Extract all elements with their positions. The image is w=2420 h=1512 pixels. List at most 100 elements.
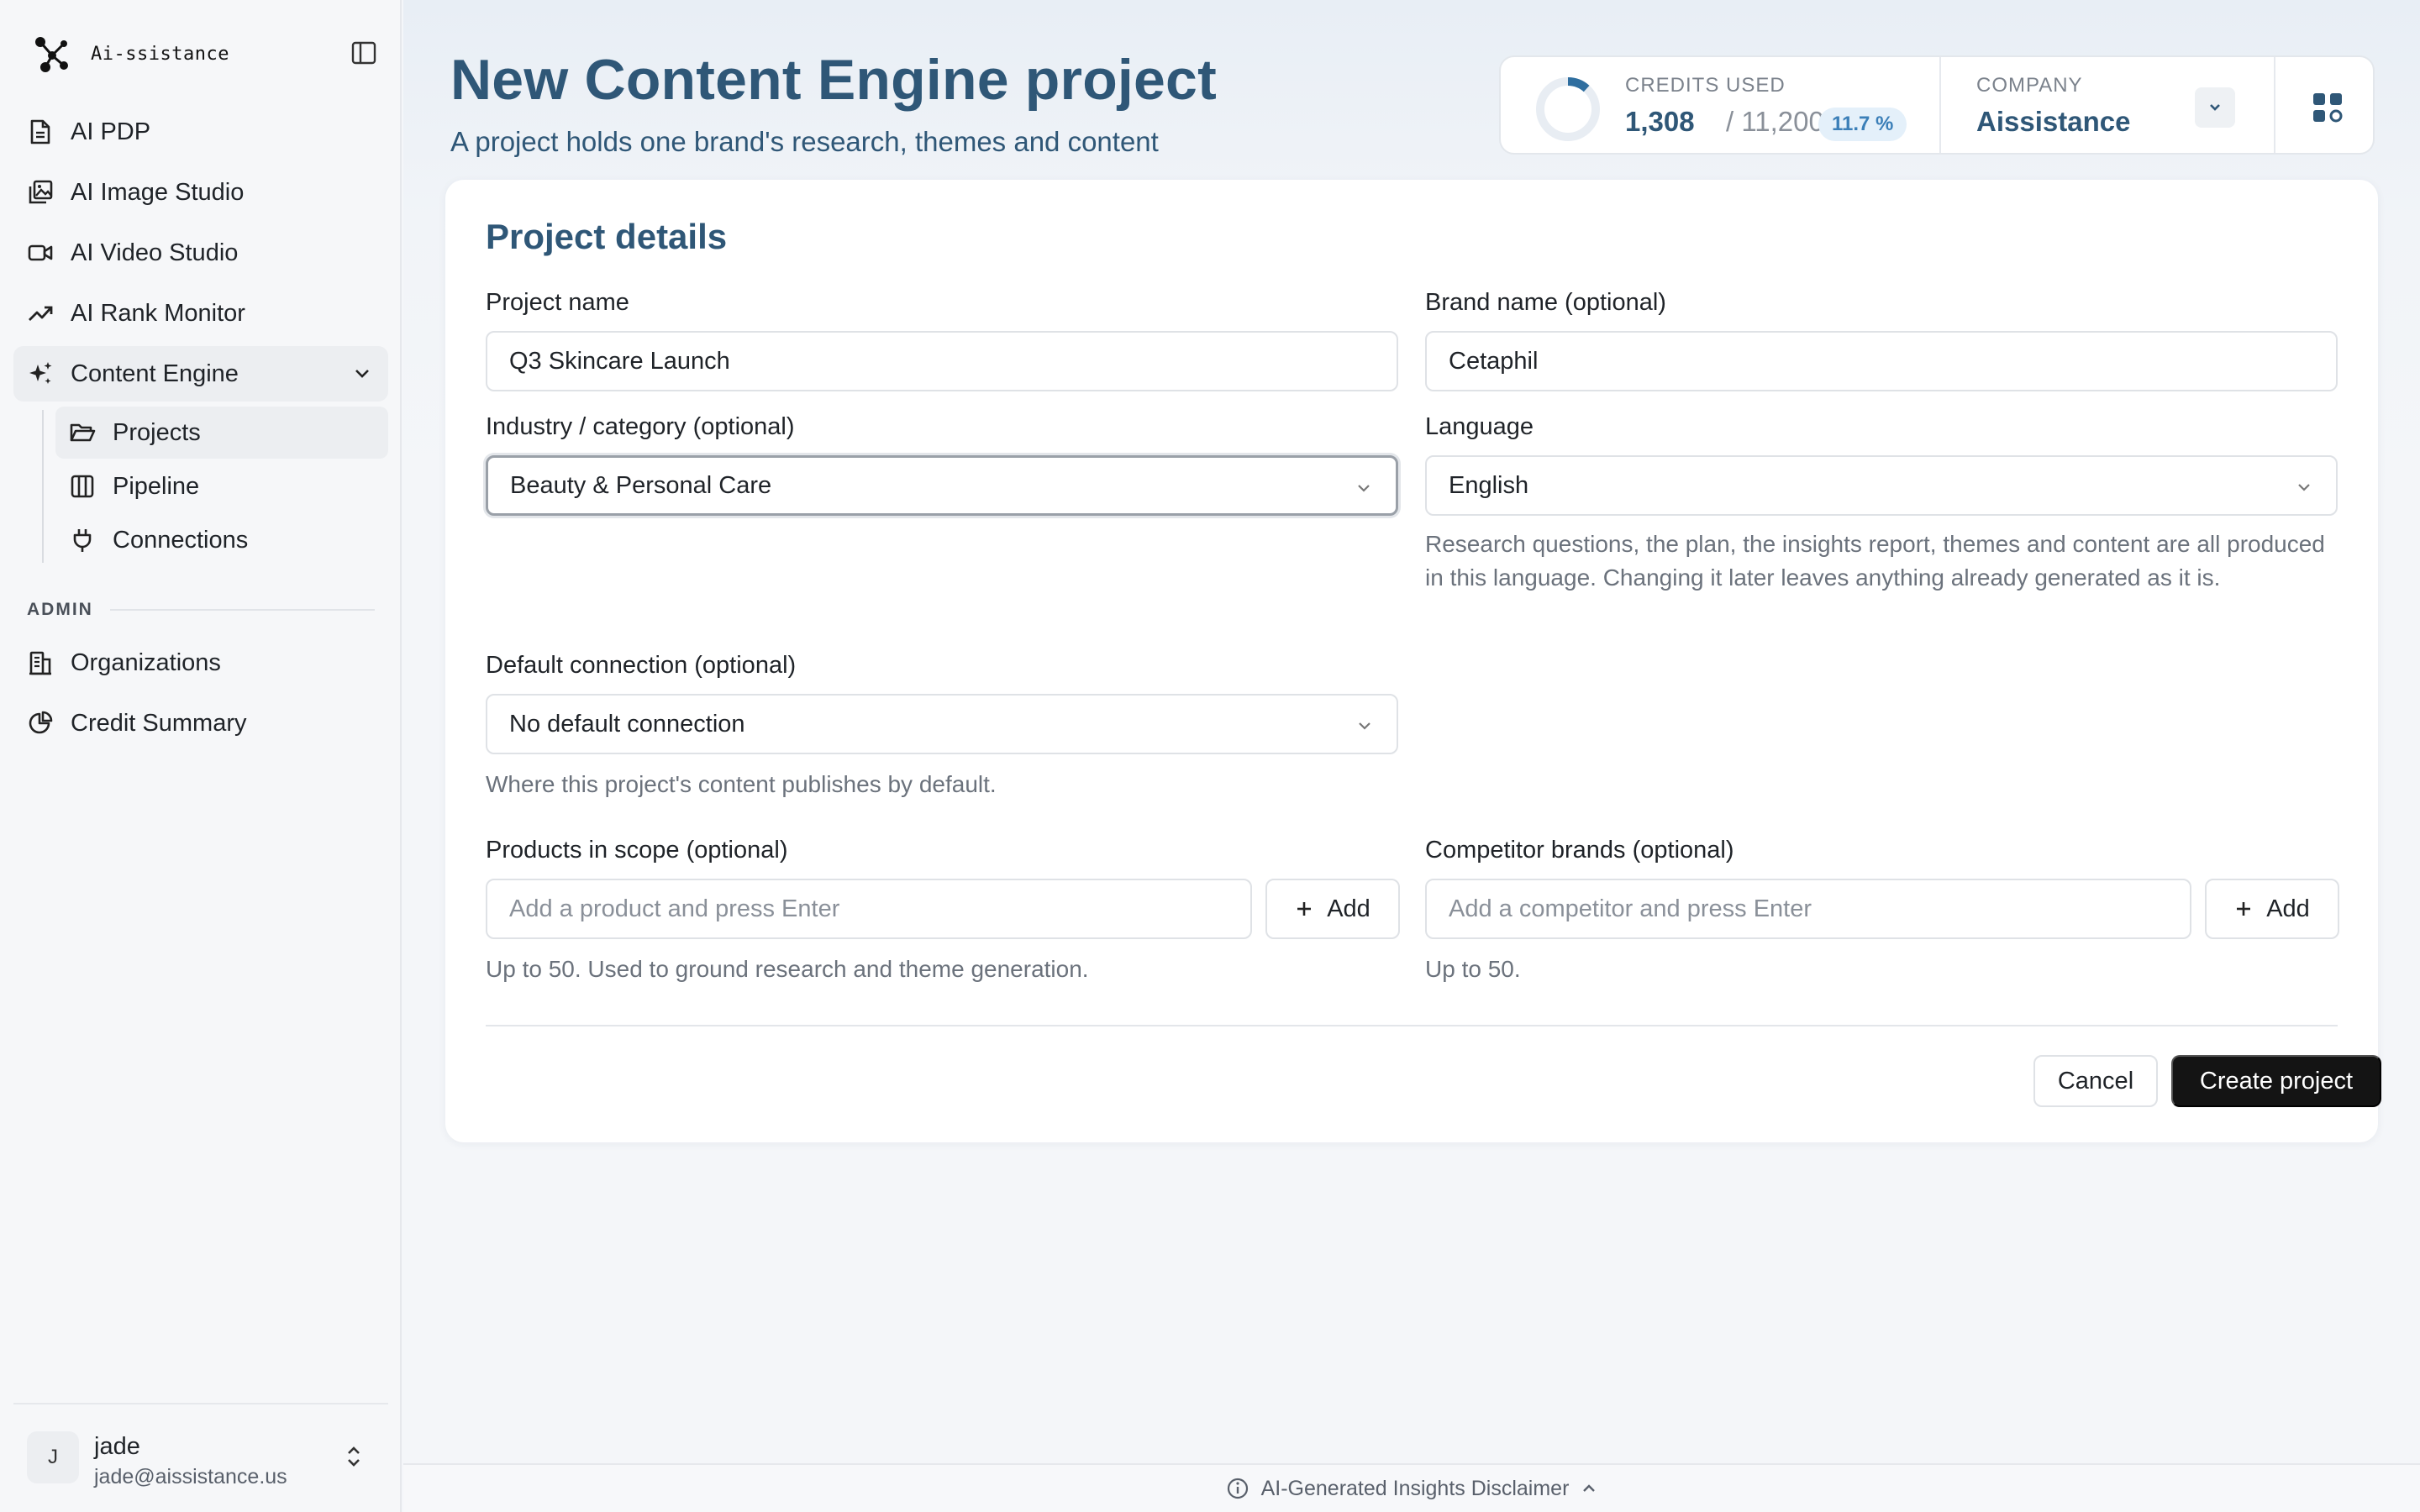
sidebar-item-label: Credit Summary <box>71 709 247 737</box>
company-name: Aissistance <box>1976 106 2131 137</box>
language-select[interactable]: English <box>1425 455 2338 516</box>
sidebar-item-organizations[interactable]: Organizations <box>13 635 388 690</box>
main-content: New Content Engine project A project hol… <box>403 0 2420 1512</box>
document-icon <box>27 118 54 145</box>
folder-open-icon <box>69 419 96 446</box>
chevron-down-icon <box>1359 722 1370 730</box>
sidebar-item-label: Projects <box>113 418 201 446</box>
building-icon <box>27 649 54 676</box>
avatar: J <box>27 1431 79 1483</box>
sidebar-item-label: Organizations <box>71 648 221 676</box>
info-icon <box>1227 1478 1248 1499</box>
disclaimer-bar[interactable]: AI-Generated Insights Disclaimer <box>403 1463 2420 1512</box>
competitors-help-text: Up to 50. <box>1425 956 1521 982</box>
main-nav: AI PDP AI Image Studio AI Video Studio A… <box>13 104 388 575</box>
logo-icon <box>35 37 68 72</box>
create-project-button[interactable]: Create project <box>2171 1055 2381 1107</box>
sidebar-item-label: AI Image Studio <box>71 178 245 206</box>
admin-nav: Organizations Credit Summary <box>13 635 388 756</box>
apps-menu-button[interactable] <box>2307 87 2348 128</box>
brand-name-input[interactable]: Cetaphil <box>1425 331 2338 391</box>
industry-select-value: Beauty & Personal Care <box>510 471 772 499</box>
credits-percent-badge: 11.7 % <box>1818 108 1907 141</box>
project-name-input[interactable]: Q3 Skincare Launch <box>486 331 1398 391</box>
sidebar-item-label: Pipeline <box>113 472 200 500</box>
plug-icon <box>69 527 96 554</box>
brand-name-label: Brand name (optional) <box>1425 289 1666 316</box>
cancel-button[interactable]: Cancel <box>2033 1055 2158 1107</box>
default-connection-label: Default connection (optional) <box>486 652 797 679</box>
sidebar-item-pipeline[interactable]: Pipeline <box>55 460 388 512</box>
chevron-down-icon <box>2210 104 2220 111</box>
company-label: COMPANY <box>1976 74 2083 97</box>
divider <box>1939 57 1941 153</box>
project-name-label: Project name <box>486 289 629 316</box>
trending-up-icon <box>27 300 54 327</box>
sidebar-item-ai-image-studio[interactable]: AI Image Studio <box>13 165 388 220</box>
credits-total-value: / 11,200 <box>1726 106 1824 137</box>
credits-label: CREDITS USED <box>1625 74 1786 97</box>
section-title: Project details <box>486 217 728 256</box>
sidebar-item-ai-rank-monitor[interactable]: AI Rank Monitor <box>13 286 388 341</box>
default-connection-help-text: Where this project's content publishes b… <box>486 771 997 797</box>
products-label: Products in scope (optional) <box>486 837 788 864</box>
add-product-label: Add <box>1327 895 1370 922</box>
sidebar: Ai-ssistance AI PDP AI Image Studio AI V… <box>0 0 402 1512</box>
credits-used-value: 1,308 <box>1625 106 1695 137</box>
user-menu[interactable]: J jade jade@aissistance.us <box>13 1403 388 1512</box>
industry-select[interactable]: Beauty & Personal Care <box>486 455 1398 516</box>
plus-icon <box>1297 902 1312 916</box>
sidebar-item-label: AI Rank Monitor <box>71 299 245 327</box>
image-gallery-icon <box>27 179 54 206</box>
sidebar-toggle-icon[interactable] <box>350 39 378 67</box>
plus-icon <box>2237 902 2251 916</box>
apps-grid-icon <box>2313 93 2343 123</box>
company-switcher-button[interactable] <box>2195 87 2235 128</box>
sidebar-item-label: Content Engine <box>71 360 239 387</box>
sidebar-item-label: AI Video Studio <box>71 239 239 266</box>
competitors-label: Competitor brands (optional) <box>1425 837 1734 864</box>
user-email: jade@aissistance.us <box>94 1465 287 1488</box>
competitors-input[interactable]: Add a competitor and press Enter <box>1425 879 2191 939</box>
chevron-down-icon <box>2298 484 2310 491</box>
default-connection-select[interactable]: No default connection <box>486 694 1398 754</box>
project-details-card: Project details Project name Q3 Skincare… <box>445 180 2381 1142</box>
sidebar-item-connections[interactable]: Connections <box>55 514 388 566</box>
products-input[interactable]: Add a product and press Enter <box>486 879 1252 939</box>
sparkles-icon <box>27 360 54 387</box>
sidebar-item-label: Connections <box>113 526 249 554</box>
sidebar-item-ai-pdp[interactable]: AI PDP <box>13 104 388 160</box>
admin-label-text: ADMIN <box>27 600 93 619</box>
credits-card: CREDITS USED 1,308 / 11,200 11.7 % COMPA… <box>1499 55 2375 155</box>
chevron-down-icon <box>355 370 369 378</box>
disclaimer-text: AI-Generated Insights Disclaimer <box>1260 1476 1570 1500</box>
video-icon <box>27 239 54 266</box>
chevron-up-icon <box>1583 1484 1596 1492</box>
sidebar-item-credit-summary[interactable]: Credit Summary <box>13 696 388 751</box>
industry-label: Industry / category (optional) <box>486 413 795 440</box>
divider <box>2274 57 2275 153</box>
user-name: jade <box>94 1433 140 1460</box>
content-engine-subnav: Projects Pipeline Connections <box>37 407 388 566</box>
sidebar-item-projects[interactable]: Projects <box>55 407 388 459</box>
sidebar-item-label: AI PDP <box>71 118 151 145</box>
admin-section-label: ADMIN <box>27 600 375 620</box>
form-divider <box>486 1025 2338 1026</box>
app-name: Ai-ssistance <box>91 43 229 65</box>
brand[interactable]: Ai-ssistance <box>30 32 229 76</box>
credits-progress-ring <box>1536 77 1600 141</box>
pie-chart-icon <box>27 710 54 737</box>
add-product-button[interactable]: Add <box>1265 879 1400 939</box>
columns-icon <box>69 473 96 500</box>
sidebar-item-content-engine[interactable]: Content Engine <box>13 346 388 402</box>
products-help-text: Up to 50. Used to ground research and th… <box>486 956 1089 982</box>
add-competitor-button[interactable]: Add <box>2205 879 2339 939</box>
sidebar-item-ai-video-studio[interactable]: AI Video Studio <box>13 225 388 281</box>
chevron-up-down-icon <box>348 1446 360 1467</box>
language-help-text: Research questions, the plan, the insigh… <box>1425 531 2325 591</box>
default-connection-value: No default connection <box>509 710 745 738</box>
page-subtitle: A project holds one brand's research, th… <box>450 126 1159 157</box>
language-select-value: English <box>1449 471 1529 499</box>
chevron-down-icon <box>1358 485 1370 492</box>
page-title: New Content Engine project <box>450 48 1217 112</box>
